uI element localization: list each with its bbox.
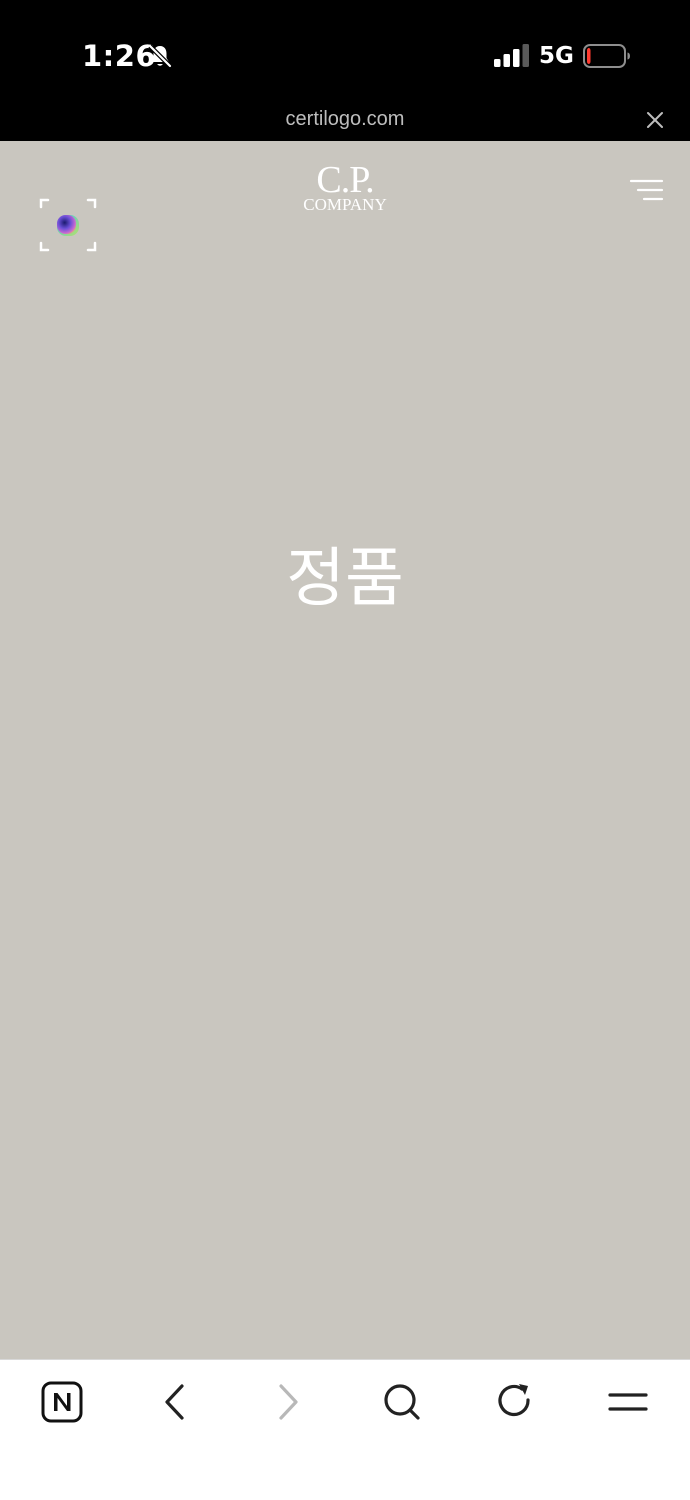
- network-type: 5G: [539, 43, 574, 69]
- scan-frame-icon[interactable]: [38, 197, 98, 257]
- url-bar[interactable]: certilogo.com: [0, 100, 690, 141]
- brand-logo-line2: COMPANY: [303, 195, 387, 214]
- url-text[interactable]: certilogo.com: [0, 106, 690, 132]
- back-button[interactable]: [153, 1380, 197, 1424]
- back-icon: [165, 1384, 184, 1420]
- signal-icon: [494, 44, 529, 67]
- naver-home-button[interactable]: [40, 1380, 84, 1424]
- naver-home-icon: [41, 1381, 83, 1423]
- menu-button[interactable]: [606, 1380, 650, 1424]
- status-bar: 1:26 5G: [0, 0, 690, 100]
- bell-off-icon: [148, 44, 172, 68]
- page-content: C.P. COMPANY 정품: [0, 141, 690, 1359]
- menu-icon: [608, 1393, 648, 1411]
- search-button[interactable]: [380, 1380, 424, 1424]
- browser-toolbar: [0, 1359, 690, 1500]
- brand-logo[interactable]: C.P. COMPANY: [290, 161, 400, 213]
- authenticity-verdict: 정품: [286, 542, 404, 616]
- battery-icon: [583, 44, 630, 68]
- brand-logo-line1: C.P.: [316, 159, 374, 201]
- forward-button[interactable]: [266, 1380, 310, 1424]
- reload-icon: [498, 1384, 530, 1417]
- forward-icon: [279, 1384, 298, 1420]
- hamburger-menu-icon[interactable]: [628, 179, 664, 205]
- reload-button[interactable]: [493, 1380, 537, 1424]
- close-icon[interactable]: [645, 110, 665, 130]
- search-icon: [384, 1384, 420, 1420]
